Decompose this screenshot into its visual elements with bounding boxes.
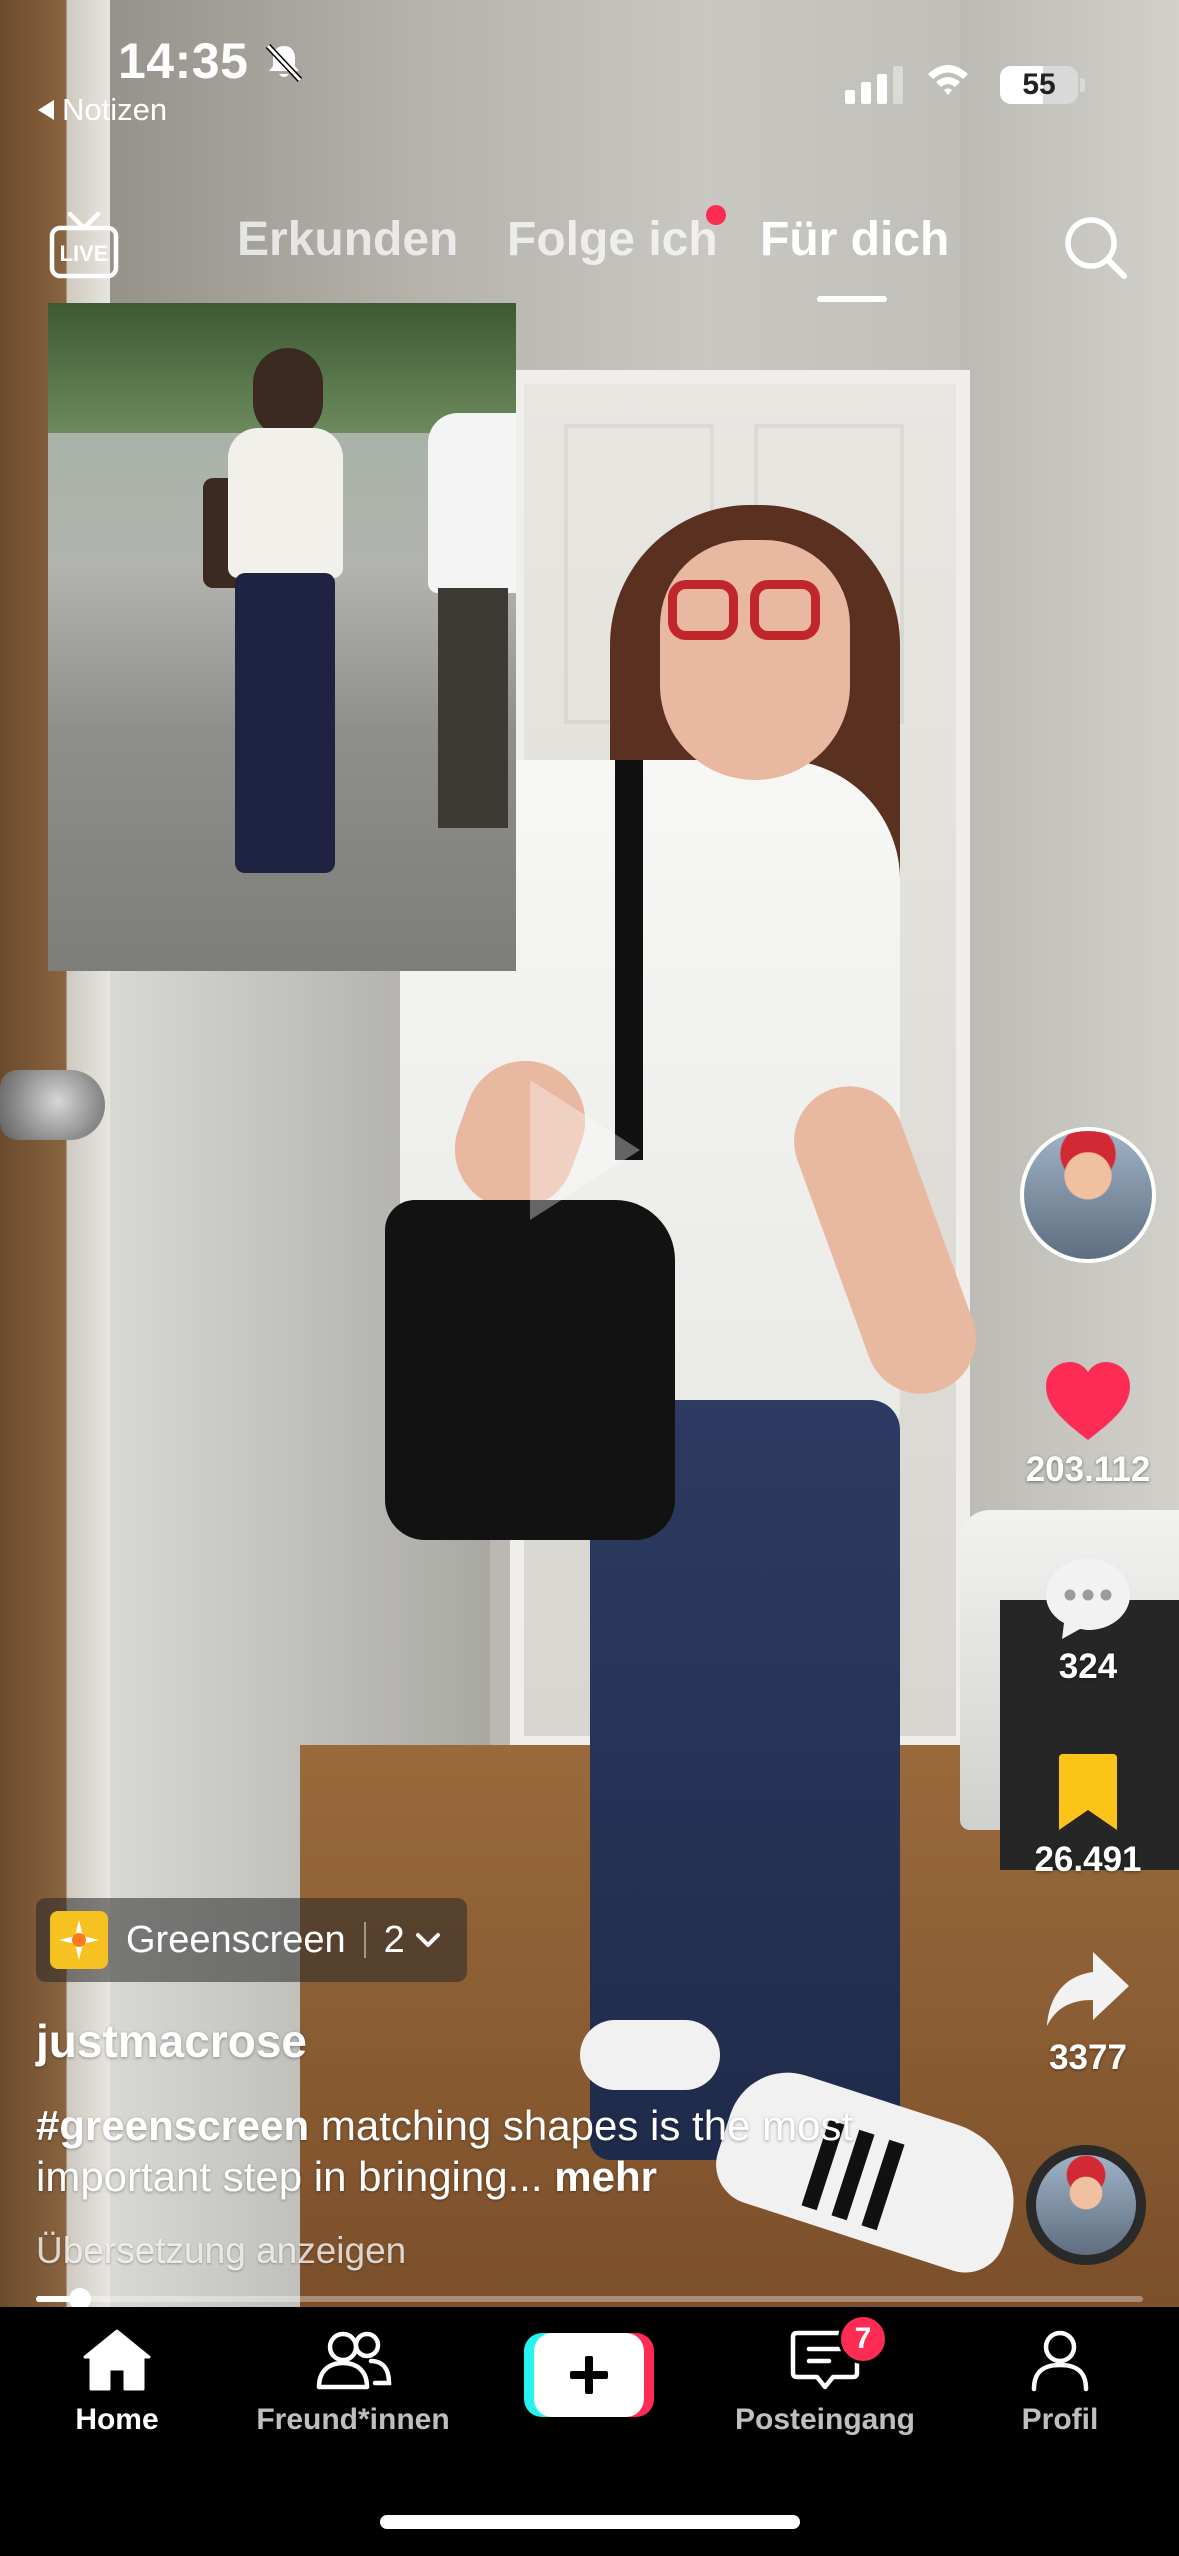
- like-button[interactable]: 203.112: [1000, 1360, 1176, 1490]
- home-indicator: [380, 2515, 800, 2529]
- nav-friends-label: Freund*innen: [256, 2403, 450, 2436]
- battery-percent: 55: [1022, 68, 1056, 101]
- nav-home[interactable]: Home: [7, 2327, 227, 2437]
- greenscreen-image: [48, 303, 516, 971]
- active-tab-indicator: [817, 296, 887, 302]
- post-caption: #greenscreen matching shapes is the most…: [36, 2100, 856, 2202]
- feed-tabs: Erkunden Folge ich Für dich: [0, 212, 1179, 302]
- tab-for-you[interactable]: Für dich: [760, 212, 949, 267]
- creator-avatar[interactable]: [1020, 1127, 1156, 1263]
- cellular-signal-icon: [845, 60, 903, 104]
- home-icon: [83, 2329, 151, 2391]
- sparkle-icon: [50, 1911, 108, 1969]
- tab-explore[interactable]: Erkunden: [237, 212, 458, 267]
- back-to-app-link[interactable]: Notizen: [38, 92, 167, 128]
- friends-icon: [316, 2331, 392, 2390]
- caption-hashtag[interactable]: #greenscreen: [36, 2102, 309, 2149]
- bell-slash-icon: [265, 43, 303, 83]
- plus-icon: [570, 2356, 608, 2394]
- inbox-badge: 7: [838, 2314, 888, 2364]
- back-app-label: Notizen: [62, 92, 168, 127]
- background-doorknob: [0, 1070, 105, 1140]
- chip-divider: [363, 1922, 366, 1958]
- comment-button[interactable]: 324: [1000, 1555, 1176, 1687]
- following-notification-dot: [706, 205, 726, 225]
- share-arrow-icon: [1047, 1952, 1129, 2026]
- save-count: 26.491: [1034, 1840, 1142, 1879]
- like-count: 203.112: [1025, 1450, 1151, 1489]
- sound-disc[interactable]: [1026, 2145, 1146, 2265]
- create-button[interactable]: [524, 2333, 654, 2417]
- chevron-down-icon: [415, 1933, 440, 1947]
- nav-home-label: Home: [75, 2403, 159, 2436]
- effect-chip[interactable]: Greenscreen 2: [36, 1898, 467, 1982]
- show-translation-link[interactable]: Übersetzung anzeigen: [36, 2230, 406, 2272]
- comment-count: 324: [1058, 1647, 1118, 1686]
- effect-name: Greenscreen: [126, 1918, 346, 1961]
- back-triangle-icon: [38, 100, 54, 120]
- video-progress-bar[interactable]: [36, 2288, 1143, 2310]
- bookmark-icon: [1059, 1754, 1117, 1830]
- comment-icon: [1046, 1559, 1130, 1639]
- caption-more-link[interactable]: mehr: [554, 2153, 657, 2200]
- profile-icon: [1031, 2330, 1089, 2392]
- share-button[interactable]: 3377: [1000, 1948, 1176, 2078]
- share-count: 3377: [1049, 2038, 1127, 2077]
- nav-inbox-label: Posteingang: [734, 2403, 915, 2436]
- status-time: 14:35: [118, 33, 249, 89]
- nav-profile[interactable]: Profil: [950, 2327, 1170, 2437]
- play-icon: [530, 1080, 640, 1220]
- nav-profile-label: Profil: [1021, 2403, 1099, 2436]
- person-glasses: [668, 580, 820, 640]
- nav-friends[interactable]: Freund*innen: [243, 2327, 463, 2437]
- person-bag: [385, 1200, 675, 1540]
- save-button[interactable]: 26.491: [1000, 1752, 1176, 1880]
- effect-count: 2: [383, 1918, 405, 1961]
- nav-inbox[interactable]: Posteingang: [715, 2327, 935, 2437]
- search-icon[interactable]: [1060, 212, 1130, 282]
- creator-username[interactable]: justmacrose: [36, 2014, 307, 2068]
- heart-icon: [1046, 1362, 1130, 1440]
- tab-following[interactable]: Folge ich: [507, 212, 718, 267]
- battery-icon: 55: [1000, 66, 1078, 104]
- person-face: [660, 540, 850, 780]
- wifi-icon: [928, 65, 968, 95]
